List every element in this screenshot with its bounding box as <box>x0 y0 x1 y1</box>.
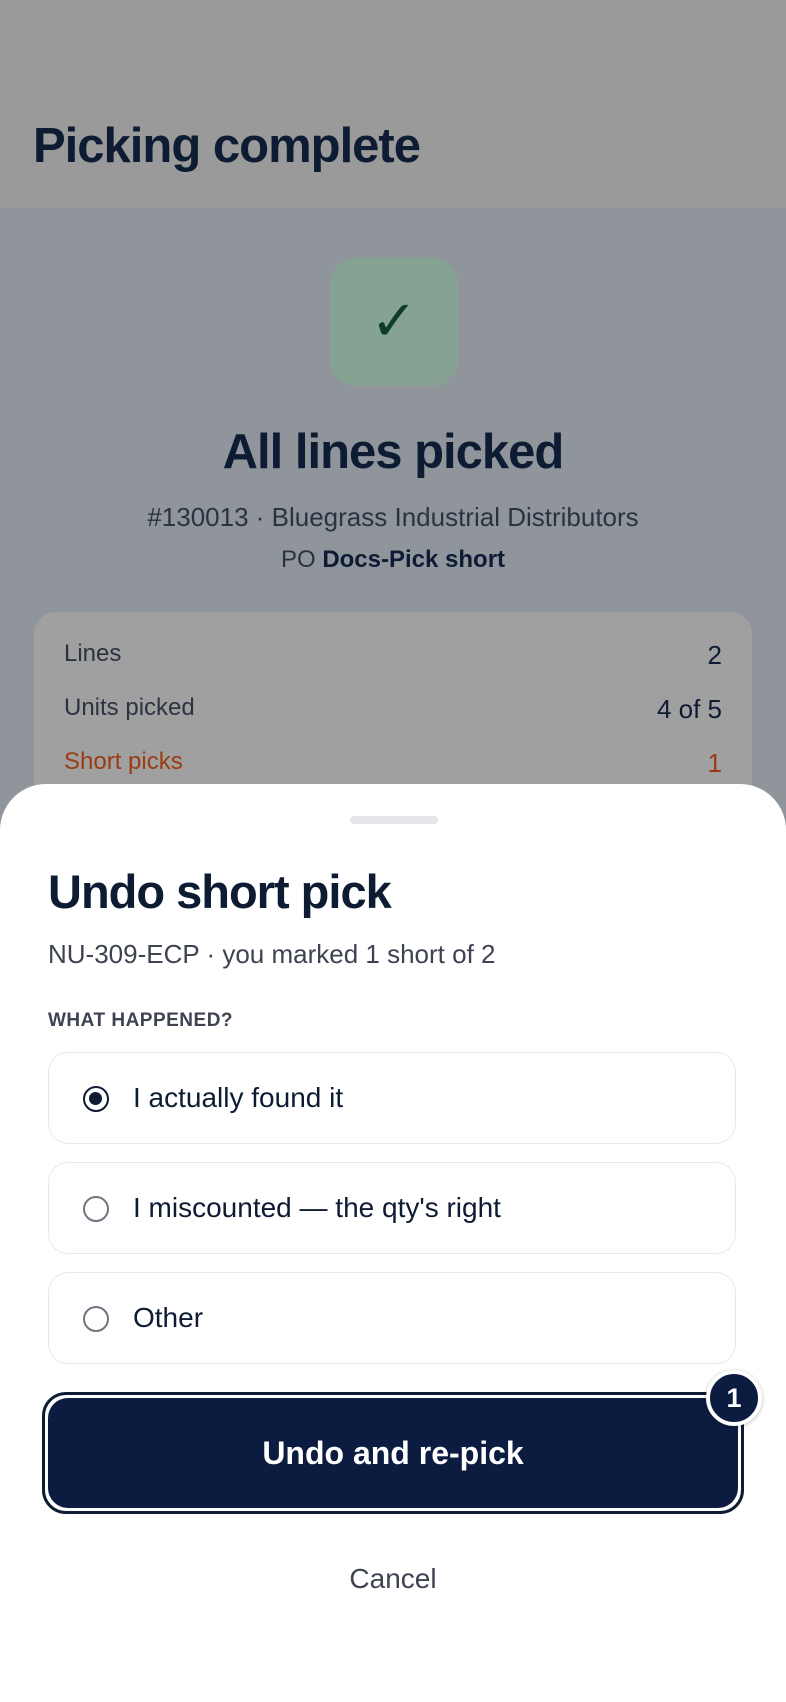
status-title: All lines picked <box>222 425 565 479</box>
screen-header: Picking complete <box>0 0 786 208</box>
undo-and-repick-button[interactable]: Undo and re-pick <box>48 1398 738 1508</box>
sheet-title: Undo short pick <box>48 865 392 918</box>
option-label: I miscounted — the qty's right <box>133 1192 501 1223</box>
option-miscounted[interactable]: I miscounted — the qty's right <box>48 1162 736 1254</box>
summary-card: Lines 2 Units picked 4 of 5 Short picks … <box>34 612 752 812</box>
summary-row-lines: Lines 2 <box>64 640 722 671</box>
po-info: PO Docs-Pick short <box>0 546 786 574</box>
sheet-subtitle: NU-309-ECP · you marked 1 short of 2 <box>48 939 496 969</box>
radio-selected-icon[interactable] <box>83 1086 109 1112</box>
summary-row-short-picks: Short picks 1 <box>64 748 722 779</box>
success-tile: ✓ <box>330 258 458 386</box>
summary-row-units: Units picked 4 of 5 <box>64 694 722 725</box>
radio-unselected-icon[interactable] <box>83 1196 109 1222</box>
summary-label: Units picked <box>64 694 195 721</box>
summary-value: 4 of 5 <box>656 694 722 724</box>
option-found-it[interactable]: I actually found it <box>48 1052 736 1144</box>
summary-value: 1 <box>707 748 722 778</box>
po-value: Docs-Pick short <box>322 546 506 573</box>
po-prefix: PO <box>280 546 316 573</box>
option-other[interactable]: Other <box>48 1272 736 1364</box>
step-badge: 1 <box>706 1370 762 1426</box>
summary-label: Lines <box>64 640 122 667</box>
check-icon: ✓ <box>370 289 418 354</box>
radio-unselected-icon[interactable] <box>83 1306 109 1332</box>
option-label: I actually found it <box>133 1082 344 1113</box>
sheet-grabber[interactable] <box>350 816 438 824</box>
order-info: #130013 · Bluegrass Industrial Distribut… <box>147 502 639 532</box>
option-label: Other <box>133 1302 204 1333</box>
undo-short-pick-sheet: Undo short pick NU-309-ECP · you marked … <box>0 784 786 1702</box>
page-title: Picking complete <box>33 119 421 173</box>
summary-label: Short picks <box>64 748 183 775</box>
summary-value: 2 <box>707 640 722 670</box>
cancel-button[interactable]: Cancel <box>243 1546 543 1612</box>
section-label: WHAT HAPPENED? <box>48 1010 234 1031</box>
